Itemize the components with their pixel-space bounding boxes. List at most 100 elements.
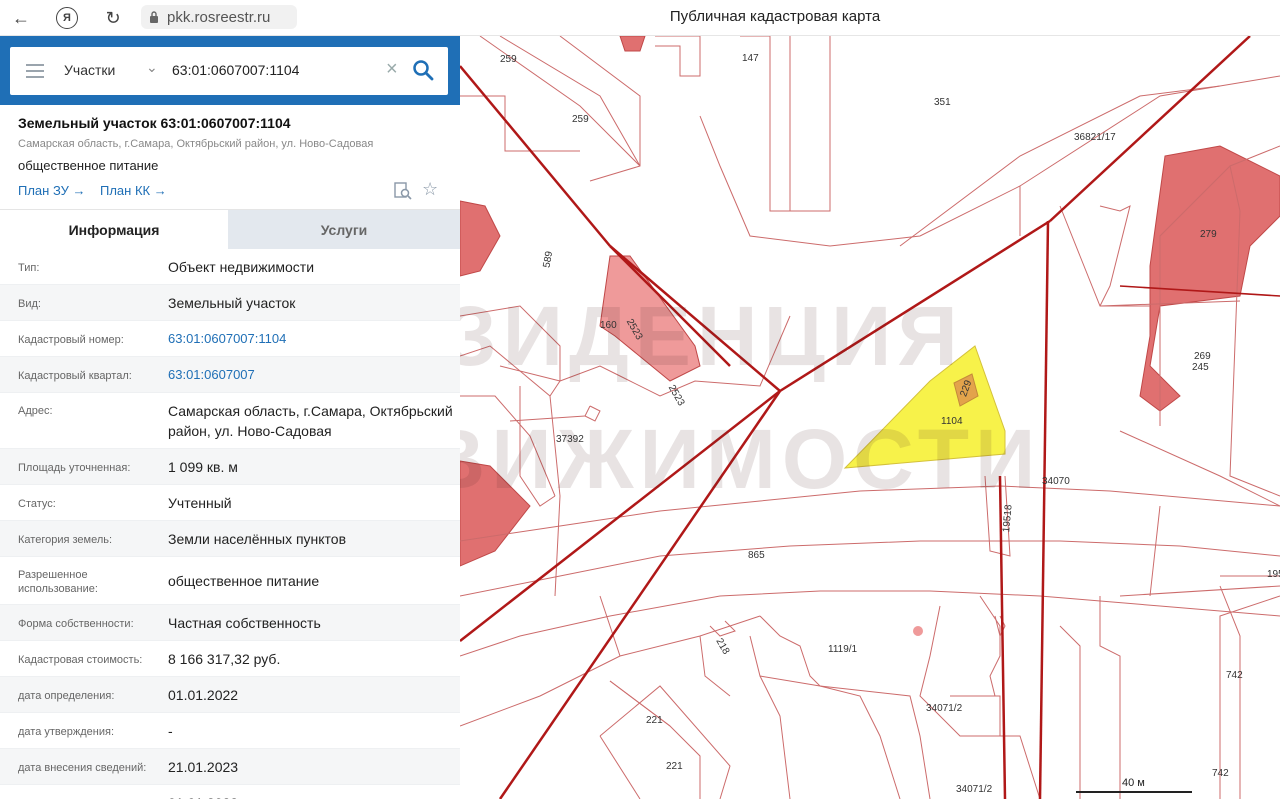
info-row-label: Категория земель:: [18, 534, 113, 546]
parcel-number-label: 742: [1226, 670, 1243, 681]
parcel-number-label: 34071/2: [926, 703, 963, 714]
parcel-number-label: 34070: [1042, 476, 1070, 487]
info-row-label: дата определения:: [18, 690, 115, 702]
plan-zu-link[interactable]: План ЗУ →: [18, 183, 86, 198]
search-bar: Участки ⌄ 63:01:0607007:1104 ×: [0, 36, 460, 105]
info-row-value: 8 166 317,32 руб.: [168, 651, 281, 667]
parcel-number-label: 1119/1: [828, 644, 858, 655]
info-row-value: общественное питание: [168, 573, 320, 589]
info-row: дата определения: 01.01.2022: [0, 677, 460, 713]
object-address: Самарская область, г.Самара, Октябрьский…: [18, 138, 374, 150]
info-row-value: 1 099 кв. м: [168, 459, 238, 475]
yandex-icon[interactable]: Я: [56, 7, 78, 29]
info-row-link[interactable]: 63:01:0607007: [168, 365, 453, 385]
parcel-number-label: 259: [572, 114, 589, 125]
lock-icon: [150, 11, 158, 23]
info-row-value: Объект недвижимости: [168, 259, 315, 275]
info-row-label: дата утверждения:: [18, 726, 115, 738]
info-row: Адрес: Самарская область, г.Самара, Октяб…: [0, 393, 460, 449]
plan-kk-link[interactable]: План КК →: [100, 183, 167, 198]
info-row-value: 21.01.2023: [168, 759, 239, 775]
star-icon[interactable]: ☆: [422, 179, 438, 200]
parcel-number-label: 351: [934, 97, 951, 108]
tab-services[interactable]: Услуги: [228, 210, 460, 250]
info-row-value: 01.01.2023: [168, 793, 453, 799]
info-row-link[interactable]: 63:01:0607007:1104: [168, 329, 453, 349]
parcel-number-label: 195: [1267, 569, 1280, 580]
parcel-number-label: 865: [748, 550, 765, 561]
info-row-label: дата внесения сведений:: [18, 762, 147, 774]
info-row-value: Учтенный: [168, 495, 232, 511]
info-row-label: Адрес:: [18, 405, 53, 417]
object-use: общественное питание: [18, 158, 159, 173]
info-panel: Участки ⌄ 63:01:0607007:1104 × Земельный…: [0, 36, 460, 799]
info-row-label: Кадастровый квартал:: [18, 370, 132, 382]
info-row-value: 01.01.2022: [168, 687, 239, 703]
info-row-value: Земельный участок: [168, 295, 296, 311]
parcel-number-label: 160: [600, 320, 617, 331]
building: [599, 255, 701, 382]
info-row: Кадастровый квартал: 63:01:0607007: [0, 357, 460, 393]
info-row: Кадастровая стоимость: 8 166 317,32 руб.: [0, 641, 460, 677]
info-row-label: Кадастровый номер:: [18, 334, 124, 346]
menu-icon[interactable]: [26, 64, 44, 78]
scale-label: 40 м: [1122, 777, 1145, 789]
tab-info[interactable]: Информация: [0, 210, 228, 250]
back-arrow-icon[interactable]: ←: [10, 7, 32, 29]
info-row-label: Форма собственности:: [18, 618, 134, 630]
clear-icon[interactable]: ×: [386, 58, 398, 81]
info-row: Категория земель: Земли населённых пункто…: [0, 521, 460, 557]
info-row: Статус: Учтенный: [0, 485, 460, 521]
url-text: pkk.rosreestr.ru: [167, 8, 271, 26]
info-row: Вид: Земельный участок: [0, 285, 460, 321]
parcel-number-label: 742: [1212, 768, 1229, 779]
parcel-number-label: 269: [1194, 351, 1211, 362]
address-bar[interactable]: pkk.rosreestr.ru: [141, 5, 297, 29]
parcel-number-label: 147: [742, 53, 759, 64]
info-row: Площадь уточненная: 1 099 кв. м: [0, 449, 460, 485]
building: [619, 36, 646, 52]
info-row-value: Земли населённых пунктов: [168, 531, 347, 547]
parcel-number-label: 36821/17: [1074, 132, 1116, 143]
selected-parcel: [843, 345, 1006, 469]
info-rows: Тип: Объект недвижимости Вид: Земельный уча…: [0, 249, 460, 799]
info-row: дата утверждения: -: [0, 713, 460, 749]
search-icon[interactable]: [412, 59, 434, 81]
info-row-label: Площадь уточненная:: [18, 462, 131, 474]
chevron-down-icon[interactable]: ⌄: [146, 59, 158, 76]
info-row: Форма собственности: Частная собственност…: [0, 605, 460, 641]
info-row: дата внесения сведений: 21.01.2023: [0, 749, 460, 785]
info-row-label: Тип:: [18, 262, 40, 274]
parcel-number-label: 245: [1192, 362, 1209, 373]
search-input[interactable]: 63:01:0607007:1104: [172, 62, 299, 78]
building: [460, 460, 531, 567]
info-row-value: Самарская область, г.Самара, Октябрьский…: [168, 403, 453, 439]
parcel-number-label: 221: [666, 761, 683, 772]
browser-toolbar: ← Я ↻ pkk.rosreestr.ru Публичная кадастр…: [0, 0, 1280, 36]
parcel-number-label: 1104: [941, 416, 963, 427]
object-title: Земельный участок 63:01:0607007:1104: [18, 115, 291, 131]
map-drawing: [460, 36, 1280, 799]
document-search-icon[interactable]: [394, 182, 412, 200]
scale-bar: [1076, 791, 1192, 793]
search-box: Участки ⌄ 63:01:0607007:1104 ×: [10, 47, 448, 95]
reload-icon[interactable]: ↻: [102, 7, 124, 29]
info-row-label: Вид:: [18, 298, 41, 310]
info-row-label: Разрешенное использование:: [18, 569, 98, 595]
info-row: Тип: Объект недвижимости: [0, 249, 460, 285]
parcel-number-label: 221: [646, 715, 663, 726]
info-row-label: Кадастровая стоимость:: [18, 654, 143, 666]
info-row-value: -: [168, 723, 173, 739]
building: [460, 200, 501, 277]
info-row-value: Частная собственность: [168, 615, 321, 631]
info-row: Кадастровый номер: 63:01:0607007:1104: [0, 321, 460, 357]
parcel-number-label: 34071/2: [956, 784, 993, 795]
parcel-number-label: 279: [1200, 229, 1217, 240]
parcel-number-label: 259: [500, 54, 517, 65]
info-row: Разрешенное использование: общественное п…: [0, 557, 460, 605]
layer-select[interactable]: Участки: [64, 62, 115, 78]
tabs: Информация Услуги: [0, 209, 460, 250]
parcel-number-label: 37392: [556, 434, 584, 445]
cadastral-map[interactable]: РЕЗИДЕНЦИЯ НЕДВИЖИМОСТИ 2591473512593682…: [460, 36, 1280, 799]
info-row-label: Статус:: [18, 498, 56, 510]
